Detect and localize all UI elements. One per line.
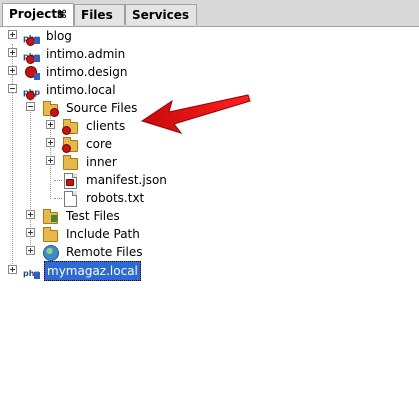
tree-item-blog[interactable]: php blog xyxy=(0,27,200,46)
tree-item-include-path[interactable]: Include Path xyxy=(0,225,200,243)
php-project-icon: php xyxy=(23,269,41,279)
tree-item-intimo-design[interactable]: intimo.design xyxy=(0,63,200,81)
folder-icon xyxy=(62,154,78,170)
folder-icon xyxy=(62,118,78,135)
projects-tree: php blog php intimo.admin intimo.design … xyxy=(0,27,419,407)
expand-toggle-icon[interactable] xyxy=(46,120,55,129)
expand-toggle-icon[interactable] xyxy=(26,228,35,237)
annotation-arrow-icon xyxy=(140,94,251,134)
tree-item-test-files[interactable]: Test Files xyxy=(0,207,200,225)
globe-icon xyxy=(42,244,59,261)
tree-item-label: manifest.json xyxy=(86,173,167,187)
expand-toggle-icon[interactable] xyxy=(8,48,17,57)
tree-item-label: intimo.local xyxy=(46,83,116,97)
expand-toggle-icon[interactable] xyxy=(26,246,35,255)
source-folder-icon xyxy=(42,100,59,117)
tree-item-label: Include Path xyxy=(66,227,140,241)
expand-toggle-icon[interactable] xyxy=(26,210,35,219)
tree-item-label: clients xyxy=(86,119,126,133)
tree-item-label: blog xyxy=(46,29,72,43)
tree-item-label: intimo.admin xyxy=(46,47,126,61)
php-project-icon: php xyxy=(23,46,40,64)
expand-toggle-icon[interactable] xyxy=(8,66,17,75)
tab-projects[interactable]: Projects ⌘ xyxy=(2,3,74,26)
tree-item-robots-txt[interactable]: robots.txt xyxy=(0,189,200,207)
tree-item-label: core xyxy=(86,137,112,151)
tree-item-label: Source Files xyxy=(66,101,138,115)
tree-item-label: Remote Files xyxy=(66,245,143,259)
tree-item-label: inner xyxy=(86,155,117,169)
tab-files[interactable]: Files xyxy=(74,4,125,25)
tree-item-remote-files[interactable]: Remote Files xyxy=(0,243,200,261)
tree-item-inner[interactable]: inner xyxy=(0,153,200,171)
test-folder-icon xyxy=(42,208,58,224)
tab-services[interactable]: Services xyxy=(125,4,197,25)
php-project-icon: php xyxy=(23,28,40,46)
tree-item-label-selected: mymagaz.local xyxy=(44,261,141,281)
tree-item-label: Test Files xyxy=(66,209,120,223)
php-project-icon xyxy=(23,64,40,80)
expand-toggle-icon[interactable] xyxy=(46,138,55,147)
text-file-icon xyxy=(62,190,78,207)
tab-close-icon[interactable]: ⌘ xyxy=(57,4,67,25)
php-project-icon: php xyxy=(23,82,40,100)
expand-toggle-icon[interactable] xyxy=(46,156,55,165)
tree-item-intimo-admin[interactable]: php intimo.admin xyxy=(0,45,200,64)
folder-icon xyxy=(62,136,78,153)
tab-services-label: Services xyxy=(132,8,190,22)
tab-bar: Projects ⌘ Files Services xyxy=(0,0,419,27)
folder-icon xyxy=(42,226,58,242)
tab-files-label: Files xyxy=(81,8,113,22)
tree-item-label: robots.txt xyxy=(86,191,145,205)
json-file-icon xyxy=(62,172,78,189)
expand-toggle-icon[interactable] xyxy=(8,30,17,39)
tree-item-manifest-json[interactable]: manifest.json xyxy=(0,171,200,189)
expand-toggle-icon[interactable] xyxy=(8,265,17,274)
collapse-toggle-icon[interactable] xyxy=(8,84,17,93)
tree-item-label: intimo.design xyxy=(46,65,128,79)
tree-item-mymagaz-local[interactable]: php mymagaz.local xyxy=(0,261,200,281)
collapse-toggle-icon[interactable] xyxy=(26,102,35,111)
